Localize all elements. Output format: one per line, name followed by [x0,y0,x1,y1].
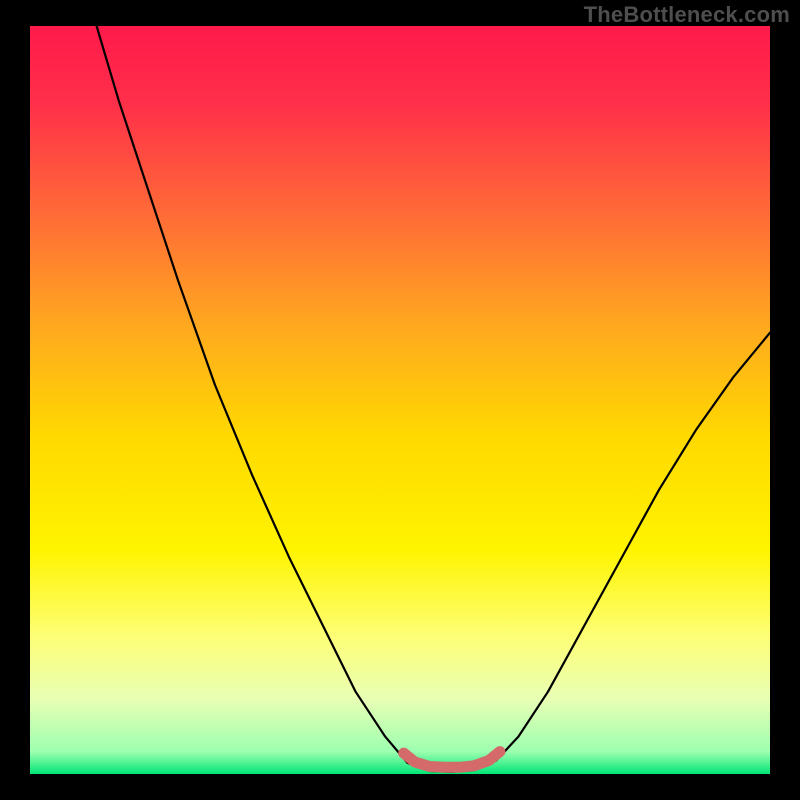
plot-background [30,26,770,774]
bottleneck-chart [0,0,800,800]
chart-frame: TheBottleneck.com [0,0,800,800]
watermark-text: TheBottleneck.com [584,2,790,28]
